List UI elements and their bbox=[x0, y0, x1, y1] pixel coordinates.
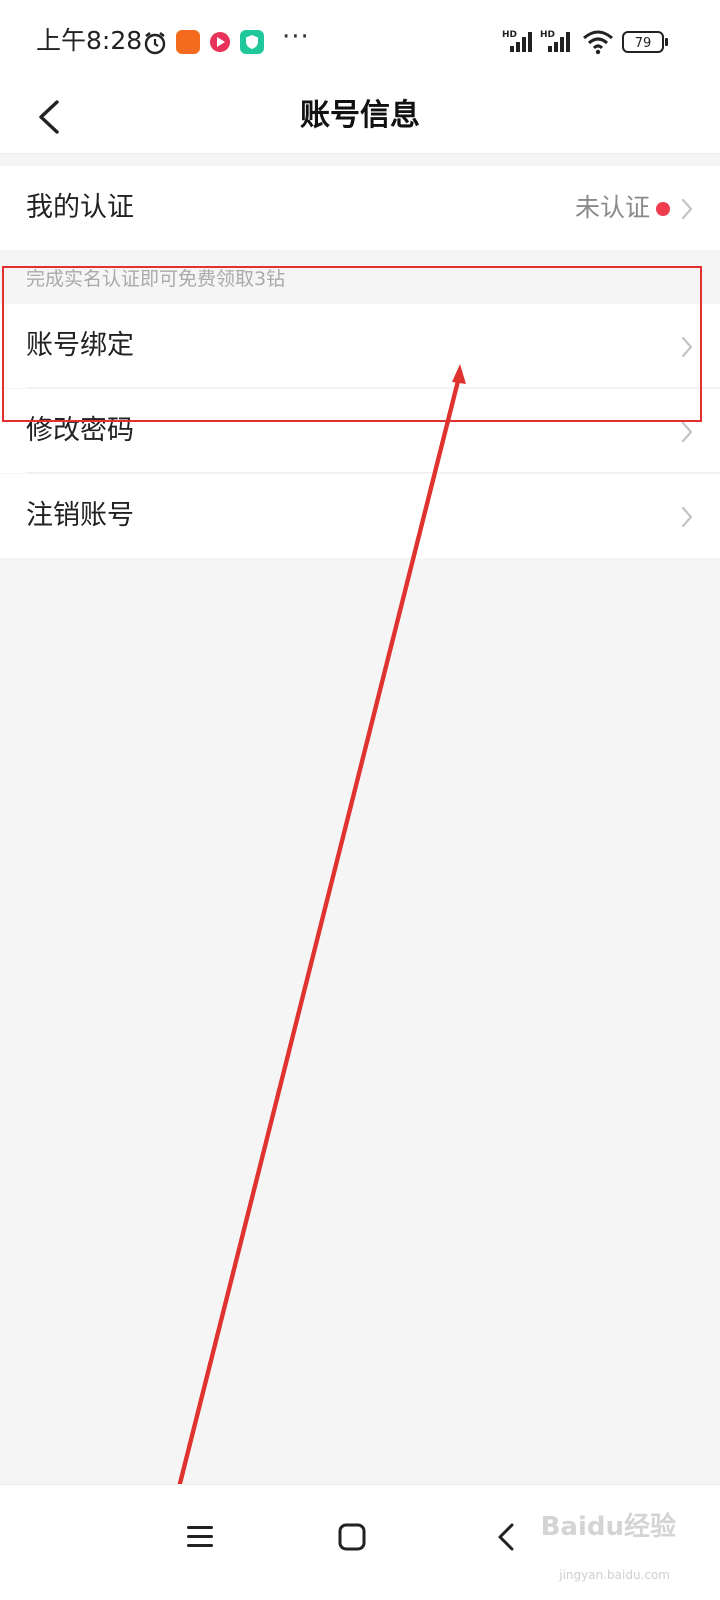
menu-icon bbox=[187, 1526, 213, 1547]
nav-back-icon bbox=[498, 1523, 514, 1551]
baidu-watermark-url: jingyan.baidu.com bbox=[559, 1568, 670, 1582]
annotation-arrow bbox=[166, 364, 466, 1532]
baidu-watermark: Baidu经验 bbox=[540, 1512, 676, 1542]
menu-button[interactable] bbox=[168, 1505, 232, 1569]
home-icon bbox=[338, 1523, 366, 1551]
home-button[interactable] bbox=[320, 1505, 384, 1569]
nav-back-button[interactable] bbox=[474, 1505, 538, 1569]
